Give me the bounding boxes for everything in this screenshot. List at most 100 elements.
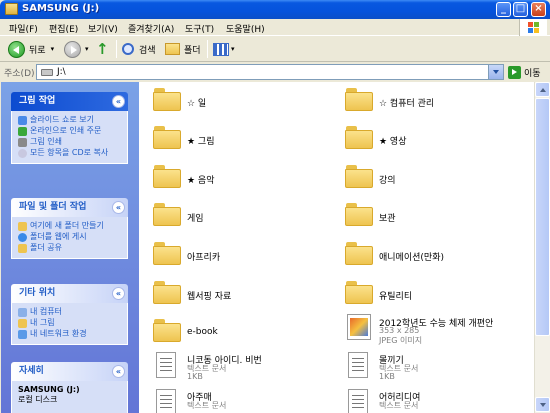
folder-icon [345, 242, 373, 265]
text-document-icon [156, 352, 176, 378]
place-my-pictures[interactable]: 내 그림 [18, 318, 123, 328]
task-publish-web[interactable]: 폴더를 웹에 게시 [18, 232, 123, 242]
details-header[interactable]: 자세히 « [11, 362, 128, 381]
new-folder-icon [18, 222, 27, 231]
folder-icon [345, 88, 373, 111]
network-icon [18, 330, 27, 339]
task-share-folder[interactable]: 폴더 공유 [18, 243, 123, 253]
computer-icon [18, 308, 27, 317]
place-my-computer[interactable]: 내 컴퓨터 [18, 307, 123, 317]
folders-label: 폴더 [184, 45, 201, 56]
other-places-panel: 기타 위치 « 내 컴퓨터 내 그림 내 네트워크 환경 [11, 284, 128, 345]
folder-icon [153, 242, 181, 265]
toolbar: 뒤로 ▾ ▾ ↑ 검색 폴더 ▾ [0, 36, 550, 62]
picture-tasks-panel: 그림 작업 « 슬라이드 쇼로 보기 온라인으로 인쇄 주문 그림 인쇄 모든 … [11, 92, 128, 164]
drive-icon [41, 69, 53, 76]
maximize-button[interactable]: □ [513, 2, 528, 17]
menu-file[interactable]: 파일(F) [9, 22, 38, 35]
views-icon [213, 42, 229, 56]
back-label: 뒤로 [29, 45, 46, 56]
panel-body: 내 컴퓨터 내 그림 내 네트워크 환경 [11, 303, 128, 345]
go-arrow-icon [508, 65, 521, 79]
picture-tasks-header[interactable]: 그림 작업 « [11, 92, 128, 111]
forward-button[interactable]: ▾ [64, 39, 89, 59]
address-label: 주소(D) [4, 69, 35, 79]
publish-web-icon [18, 233, 27, 242]
task-order-prints[interactable]: 온라인으로 인쇄 주문 [18, 126, 123, 136]
views-button[interactable]: ▾ [213, 39, 235, 59]
address-input[interactable]: J:\ [36, 64, 504, 80]
search-icon [122, 43, 134, 55]
panel-body: 여기에 새 폴더 만들기 폴더를 웹에 게시 폴더 공유 [11, 217, 128, 259]
scroll-thumb[interactable] [535, 98, 550, 336]
up-folder-button[interactable]: ↑ [96, 39, 109, 59]
panel-title: 파일 및 폴더 작업 [19, 202, 87, 212]
folder-icon [345, 165, 373, 188]
collapse-icon[interactable]: « [112, 287, 125, 300]
task-slideshow[interactable]: 슬라이드 쇼로 보기 [18, 115, 123, 125]
forward-arrow-icon [64, 40, 81, 58]
up-arrow-icon: ↑ [96, 40, 109, 58]
window-title: SAMSUNG (J:) [22, 3, 100, 14]
folder-icon [153, 203, 181, 226]
task-new-folder[interactable]: 여기에 새 폴더 만들기 [18, 221, 123, 231]
vertical-scrollbar[interactable] [534, 82, 550, 413]
jpeg-image-icon [347, 314, 371, 340]
panel-body: SAMSUNG (J:) 로컬 디스크 [11, 381, 128, 413]
title-bar[interactable]: SAMSUNG (J:) _ □ × [0, 0, 550, 19]
task-pane: 그림 작업 « 슬라이드 쇼로 보기 온라인으로 인쇄 주문 그림 인쇄 모든 … [1, 82, 139, 413]
place-network[interactable]: 내 네트워크 환경 [18, 329, 123, 339]
folders-button[interactable]: 폴더 [165, 39, 201, 59]
windows-logo-icon [519, 19, 547, 36]
go-button[interactable]: 이동 [508, 65, 541, 79]
folder-icon [153, 281, 181, 304]
address-dropdown-button[interactable] [488, 65, 503, 79]
panel-title: 기타 위치 [19, 288, 56, 298]
file-folder-tasks-header[interactable]: 파일 및 폴더 작업 « [11, 198, 128, 217]
collapse-icon[interactable]: « [112, 201, 125, 214]
search-button[interactable]: 검색 [122, 39, 156, 59]
menu-favorites[interactable]: 즐겨찾기(A) [128, 22, 174, 35]
panel-body: 슬라이드 쇼로 보기 온라인으로 인쇄 주문 그림 인쇄 모든 항목을 CD로 … [11, 111, 128, 164]
task-print-pictures[interactable]: 그림 인쇄 [18, 137, 123, 147]
scroll-up-button[interactable] [535, 82, 550, 97]
back-button[interactable]: 뒤로 ▾ [8, 39, 54, 59]
collapse-icon[interactable]: « [112, 365, 125, 378]
details-name: SAMSUNG (J:) [18, 385, 80, 394]
folder-icon [345, 203, 373, 226]
chevron-down-icon: ▾ [50, 45, 55, 53]
menu-help[interactable]: 도움말(H) [226, 22, 265, 35]
menu-edit[interactable]: 편집(E) [49, 22, 78, 35]
panel-title: 그림 작업 [19, 96, 56, 106]
panel-title: 자세히 [19, 366, 44, 376]
toolbar-separator [207, 40, 208, 58]
task-copy-to-cd[interactable]: 모든 항목을 CD로 복사 [18, 148, 123, 158]
scroll-down-button[interactable] [535, 397, 550, 412]
text-document-icon [156, 389, 176, 413]
share-folder-icon [18, 244, 27, 253]
address-value: J:\ [57, 67, 66, 77]
menu-tools[interactable]: 도구(T) [185, 22, 214, 35]
back-arrow-icon [8, 40, 25, 58]
menu-view[interactable]: 보기(V) [88, 22, 118, 35]
search-label: 검색 [139, 45, 156, 56]
go-label: 이동 [524, 68, 541, 79]
drive-icon [5, 3, 18, 15]
folder-icon [153, 319, 181, 342]
slideshow-icon [18, 116, 27, 125]
pictures-folder-icon [18, 319, 27, 328]
chevron-down-icon: ▾ [85, 45, 89, 53]
folder-icon [153, 126, 181, 149]
folder-icon [345, 281, 373, 304]
chevron-down-icon: ▾ [231, 45, 235, 53]
cd-icon [18, 149, 27, 158]
folder-icon [165, 43, 180, 55]
menu-bar: 파일(F) 편집(E) 보기(V) 즐겨찾기(A) 도구(T) 도움말(H) [0, 19, 550, 36]
minimize-button[interactable]: _ [496, 2, 511, 17]
address-bar: 주소(D) J:\ 이동 [0, 63, 550, 81]
collapse-icon[interactable]: « [112, 95, 125, 108]
text-document-icon [348, 389, 368, 413]
printer-icon [18, 138, 27, 147]
other-places-header[interactable]: 기타 위치 « [11, 284, 128, 303]
close-button[interactable]: × [531, 2, 546, 17]
